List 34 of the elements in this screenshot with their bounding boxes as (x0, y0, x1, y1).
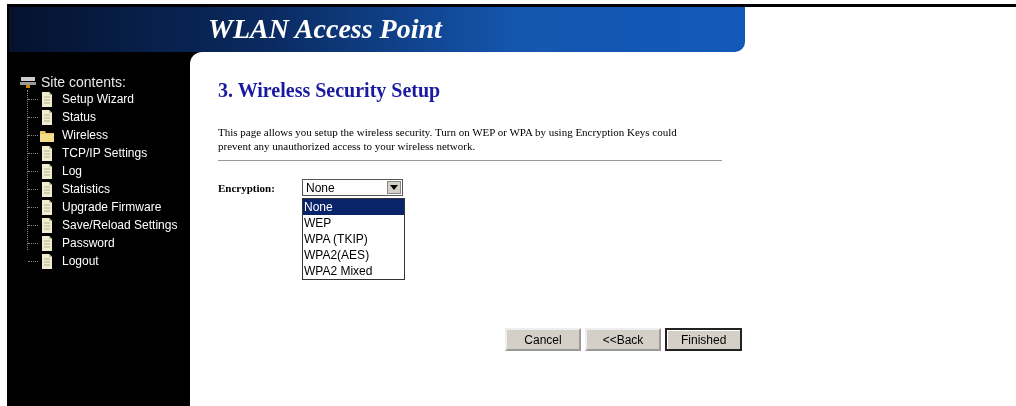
dropdown-option[interactable]: None (303, 199, 404, 215)
page-icon (40, 181, 54, 197)
sidebar-heading: Site contents: (41, 74, 126, 90)
dropdown-option[interactable]: WPA (TKIP) (303, 231, 404, 247)
site-title: WLAN Access Point (208, 13, 442, 44)
page-icon (40, 235, 54, 251)
page-title: 3. Wireless Security Setup (218, 78, 442, 102)
sidebar-link[interactable]: Logout (62, 254, 99, 268)
button[interactable]: Cancel (505, 328, 581, 351)
dropdown-option[interactable]: WPA2 Mixed (303, 263, 404, 279)
page-icon (40, 91, 54, 107)
encryption-select[interactable]: None (302, 179, 403, 196)
sidebar-link[interactable]: Wireless (62, 128, 108, 142)
page-icon (40, 145, 54, 161)
dropdown-option[interactable]: WPA2(AES) (303, 247, 404, 263)
sidebar-link[interactable]: Status (62, 110, 97, 124)
page-icon (40, 163, 54, 179)
field-label: Encryption: (218, 181, 276, 194)
sidebar-link[interactable]: Password (62, 236, 115, 250)
sidebar-link[interactable]: Statistics (62, 182, 110, 196)
sidebar-link[interactable]: Setup Wizard (62, 92, 135, 106)
sidebar-link[interactable]: Log (62, 164, 83, 178)
sidebar-link[interactable]: TCP/IP Settings (62, 146, 148, 160)
page-icon (40, 253, 54, 269)
sidebar-link[interactable]: Save/Reload Settings (62, 218, 178, 232)
button[interactable]: Finished (665, 328, 743, 351)
page-icon (40, 199, 54, 215)
dropdown-option[interactable]: WEP (303, 215, 404, 231)
sidebar-link[interactable]: Upgrade Firmware (62, 200, 162, 214)
page-icon (40, 217, 54, 233)
page-icon (40, 109, 54, 125)
button[interactable]: <<Back (585, 328, 661, 351)
computer-icon (20, 76, 36, 88)
description-text: This page allows you setup the wireless security. Turn on WEP or WPA by using Encryption Keys could prevent any unauthorized access to your wireless network. (218, 125, 678, 153)
